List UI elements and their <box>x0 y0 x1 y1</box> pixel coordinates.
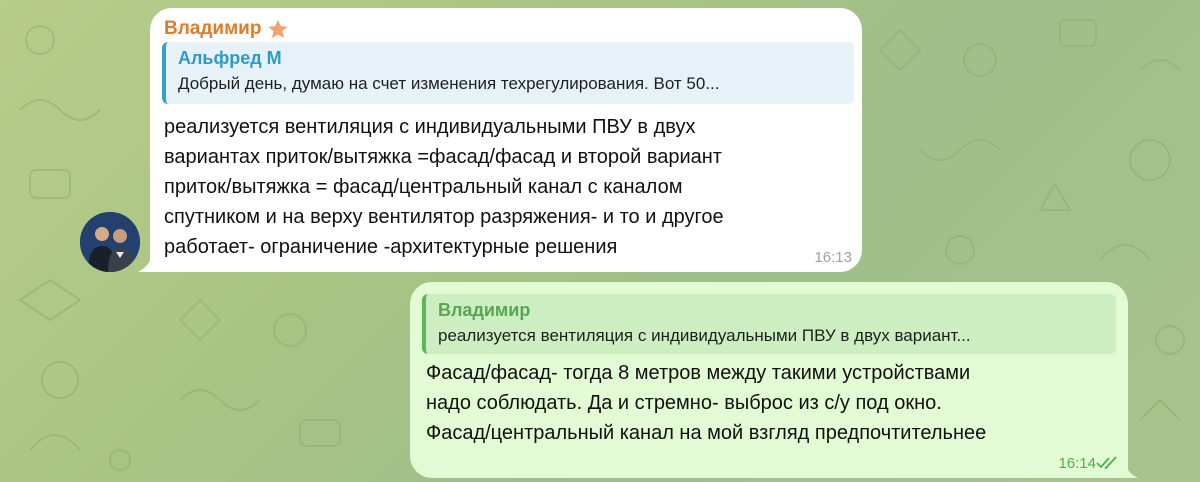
message-text: Фасад/фасад- тогда 8 метров между такими… <box>426 362 987 444</box>
reply-author: Альфред М <box>178 48 282 68</box>
incoming-message[interactable]: Владимир Альфред М Добрый день, думаю на… <box>150 8 862 272</box>
message-time: 16:14 <box>1058 455 1096 472</box>
message-time: 16:13 <box>814 249 852 266</box>
reply-text: реализуется вентиляция с индивидуальными… <box>438 326 971 345</box>
avatar[interactable] <box>80 212 140 272</box>
star-icon <box>268 19 289 38</box>
sender-row: Владимир <box>164 18 289 40</box>
reply-author: Владимир <box>438 300 531 320</box>
outgoing-message[interactable]: Владимир реализуется вентиляция с индиви… <box>410 282 1128 478</box>
avatar-photo-icon <box>80 212 140 272</box>
reply-quote[interactable]: Альфред М Добрый день, думаю на счет изм… <box>162 42 854 104</box>
message-text: реализуется вентиляция с индивидуальными… <box>164 116 724 258</box>
reply-quote[interactable]: Владимир реализуется вентиляция с индиви… <box>422 294 1116 354</box>
reply-text: Добрый день, думаю на счет изменения тех… <box>178 74 720 93</box>
sender-name[interactable]: Владимир <box>164 18 261 40</box>
double-check-icon <box>1096 456 1117 470</box>
